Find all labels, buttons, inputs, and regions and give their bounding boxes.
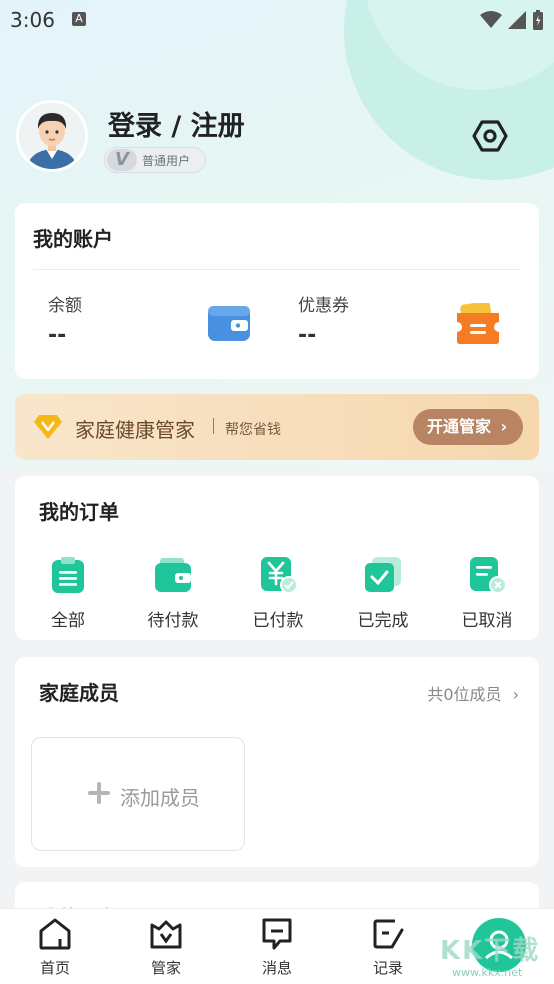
tab-label: 消息 [261, 959, 292, 977]
balance-value[interactable]: -- [48, 323, 66, 348]
orders-title: 我的订单 [39, 500, 119, 524]
tab-label: 管家 [150, 959, 181, 977]
order-label: 已付款 [252, 611, 304, 631]
wifi-icon [480, 11, 502, 28]
clipboard-icon [52, 557, 84, 593]
notification-icon: A [72, 12, 86, 26]
open-butler-label: 开通管家 [427, 417, 492, 436]
system-icons [480, 10, 544, 30]
login-register-link[interactable]: 登录 / 注册 [108, 104, 245, 143]
user-level-label: 普通用户 [142, 154, 191, 168]
butler-icon [150, 920, 182, 949]
record-icon [373, 919, 404, 949]
add-member-label: 添加成员 [120, 786, 200, 810]
avatar[interactable] [16, 100, 88, 172]
add-member-button[interactable]: 添加成员 [31, 737, 245, 851]
orders-card: 我的订单 全部 待付款 已付款 已完成 已取消 [15, 476, 539, 640]
vip-banner[interactable]: 家庭健康管家 帮您省钱 开通管家 › [15, 394, 539, 460]
divider [33, 269, 521, 270]
watermark-url: www.kkx.net [452, 966, 523, 979]
completed-icon [365, 557, 401, 592]
open-butler-button[interactable]: 开通管家 › [413, 409, 523, 445]
coupon-icon[interactable] [455, 303, 501, 345]
tab-messages[interactable]: 消息 [237, 917, 317, 978]
order-label: 待付款 [147, 611, 199, 631]
home-icon [39, 918, 71, 950]
chevron-right-icon: › [500, 417, 508, 436]
order-label: 全部 [51, 611, 85, 631]
signal-icon [508, 11, 526, 29]
order-label: 已完成 [357, 611, 409, 631]
balance-label: 余额 [48, 296, 82, 316]
chevron-right-icon: › [512, 685, 519, 704]
order-paid[interactable]: 已付款 [238, 556, 318, 631]
order-completed[interactable]: 已完成 [343, 556, 423, 631]
order-cancelled[interactable]: 已取消 [447, 556, 527, 631]
settings-icon[interactable] [472, 118, 508, 154]
family-card: 家庭成员 共0位成员 › 添加成员 [15, 657, 539, 867]
vip-subtitle: 帮您省钱 [225, 422, 281, 438]
coupon-label: 优惠券 [298, 296, 349, 316]
user-level-badge: V 普通用户 [104, 147, 206, 173]
status-time: 3:06 [10, 8, 55, 32]
wallet-icon [155, 558, 191, 592]
plus-icon [88, 782, 110, 804]
coupon-value[interactable]: -- [298, 323, 316, 348]
family-title: 家庭成员 [39, 681, 119, 705]
tab-label: 记录 [372, 959, 403, 977]
vip-title: 家庭健康管家 [75, 418, 195, 442]
family-count-link[interactable]: 共0位成员 › [427, 681, 519, 705]
family-count: 共0位成员 [427, 685, 502, 704]
tab-butler[interactable]: 管家 [126, 917, 206, 978]
status-bar: 3:06 A [0, 0, 554, 40]
wallet-icon[interactable] [207, 303, 251, 343]
message-icon [262, 918, 292, 950]
account-title: 我的账户 [33, 227, 113, 251]
tab-label: 首页 [39, 959, 70, 977]
cancelled-icon [470, 557, 507, 594]
watermark: KK下载 [440, 936, 541, 966]
battery-icon [533, 10, 543, 30]
tab-home[interactable]: 首页 [15, 917, 95, 978]
tab-records[interactable]: 记录 [348, 917, 428, 978]
order-pending-payment[interactable]: 待付款 [133, 556, 213, 631]
order-label: 已取消 [461, 611, 513, 631]
account-card: 我的账户 余额 -- 优惠券 -- [15, 203, 539, 379]
diamond-icon [34, 415, 62, 439]
order-all[interactable]: 全部 [28, 556, 108, 631]
paid-icon [261, 557, 298, 594]
divider [213, 418, 214, 434]
vip-level-icon: V [107, 149, 137, 171]
